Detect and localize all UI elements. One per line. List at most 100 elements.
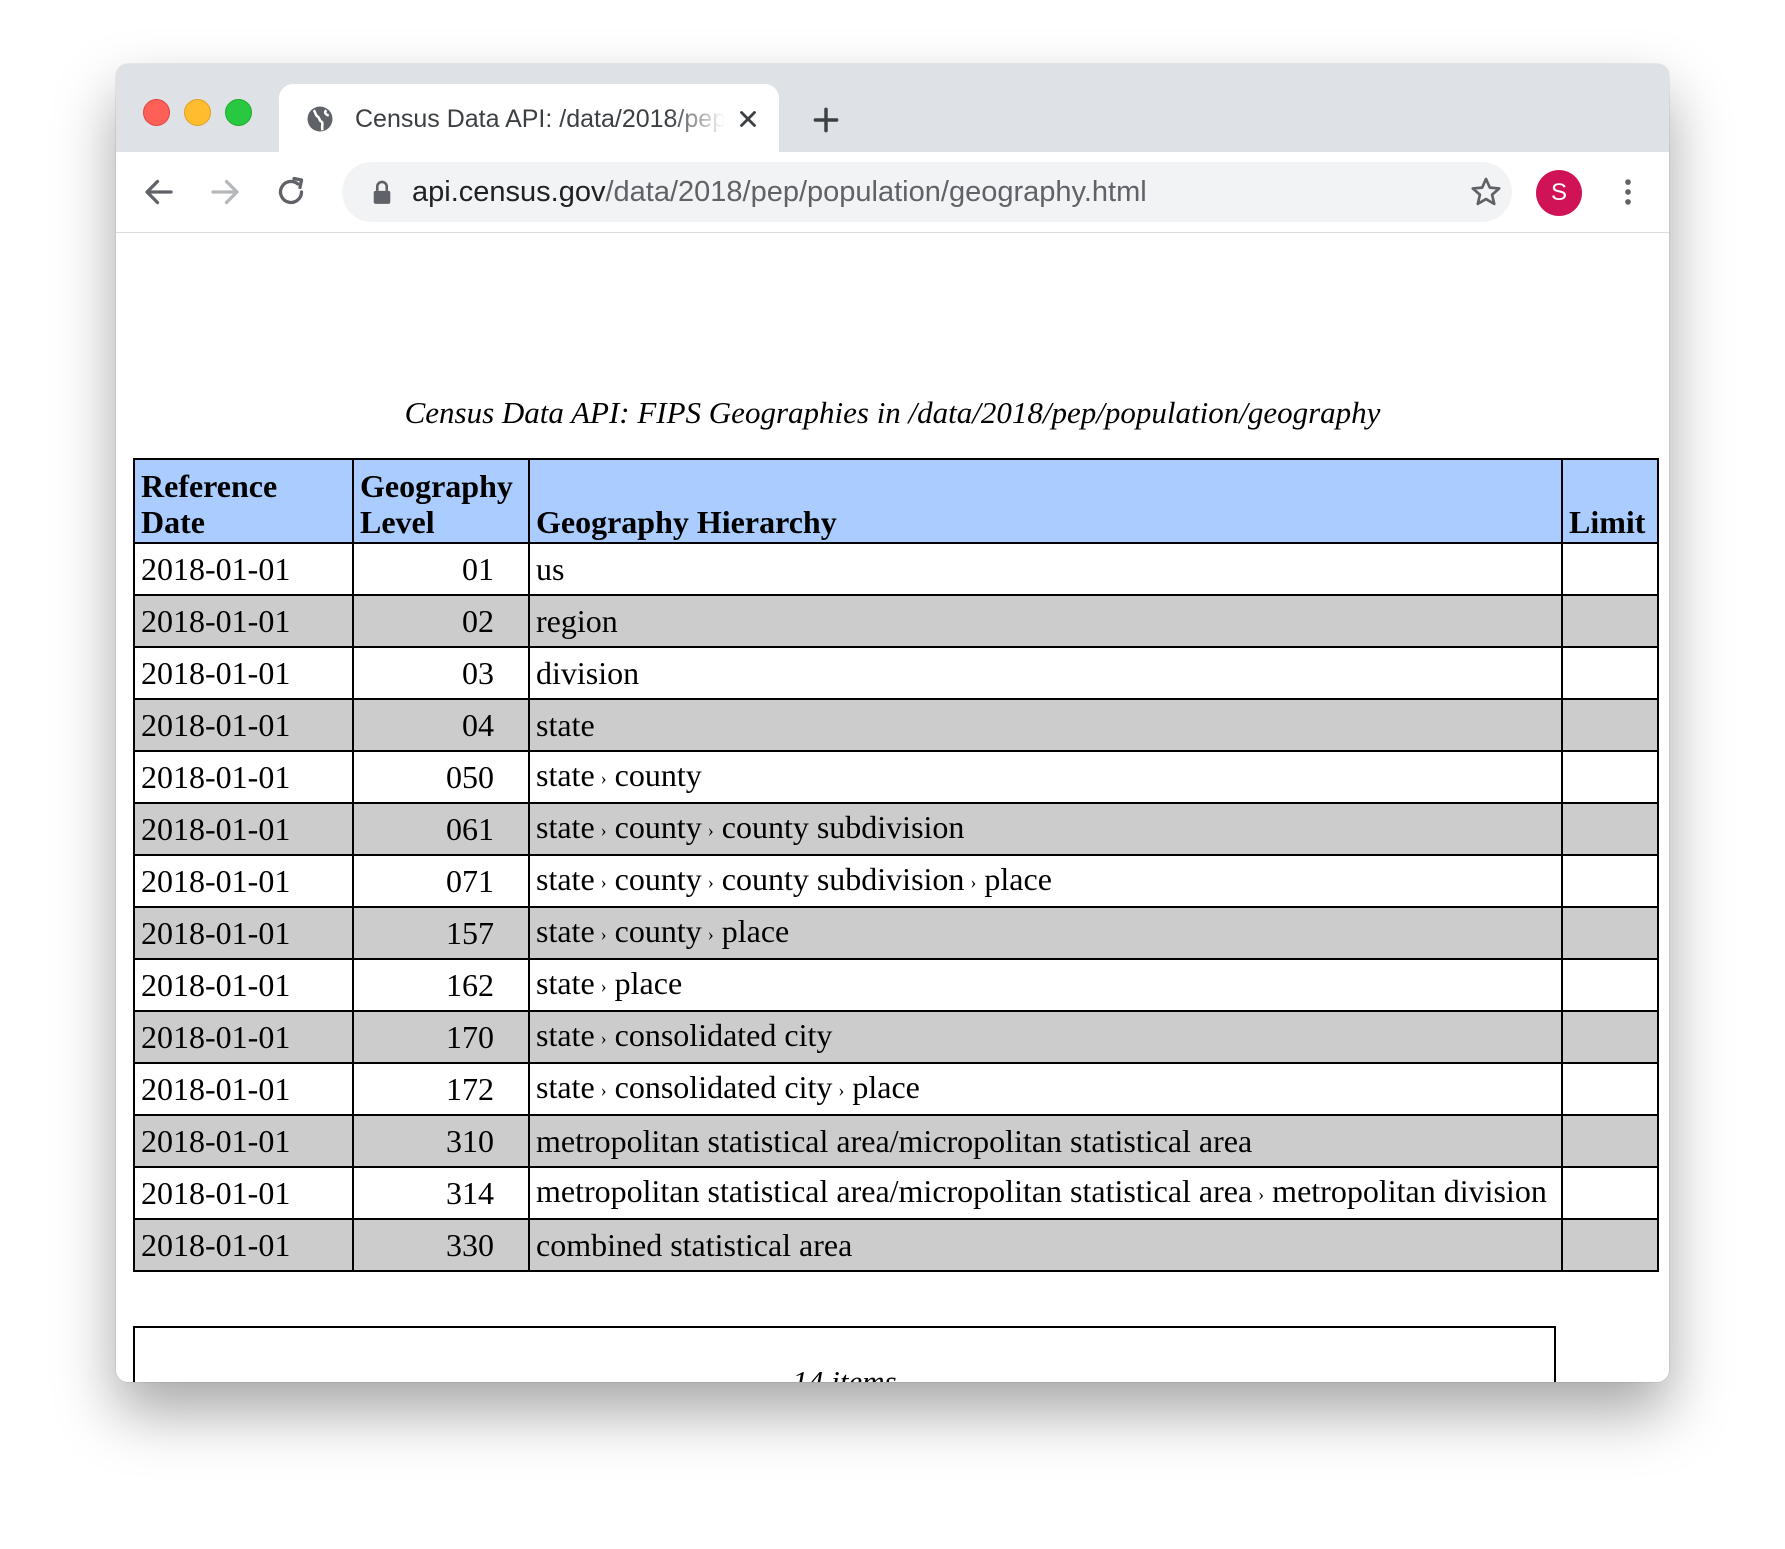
hierarchy-part: county [614,860,702,897]
tab-strip: Census Data API: /data/2018/pep/populati… [116,64,1669,152]
cell-reference-date: 2018-01-01 [133,854,354,908]
hierarchy-part: state [536,808,595,845]
table-footer: 14 items [133,1326,1556,1382]
cell-geography-hierarchy: state › county › county subdivision [528,802,1563,856]
table-row: 2018-01-01 071 state › county › county subdivi… [133,854,1659,908]
reload-icon[interactable] [273,174,309,210]
cell-geography-level: 01 [352,542,530,596]
minimize-window-button[interactable] [184,99,211,126]
hierarchy-part: county [614,912,702,949]
cell-limit [1561,1166,1659,1220]
cell-geography-level: 04 [352,698,530,752]
header-reference-date: Reference Date [133,458,354,544]
cell-reference-date: 2018-01-01 [133,750,354,804]
kebab-menu-icon[interactable] [1611,174,1645,210]
table-row: 2018-01-01 170 state › consolidated city [133,1010,1659,1064]
hierarchy-separator: › [600,819,607,840]
table-caption: Census Data API: FIPS Geographies in /da… [404,395,1381,430]
hierarchy-part: combined statistical area [536,1227,853,1263]
cell-geography-hierarchy: state › county [528,750,1563,804]
table-row: 2018-01-01 330 combined statistical area [133,1218,1659,1272]
hierarchy-separator: › [707,923,714,944]
header-limit: Limit [1561,458,1659,544]
globe-icon [307,106,333,132]
hierarchy-separator: › [707,819,714,840]
cell-limit [1561,854,1659,908]
cell-reference-date: 2018-01-01 [133,698,354,752]
hierarchy-separator: › [600,871,607,892]
hierarchy-part: place [721,912,790,949]
hierarchy-part: place [984,860,1052,897]
hierarchy-part: consolidated city [614,1016,833,1053]
item-count: 14 items [792,1364,897,1382]
cell-reference-date: 2018-01-01 [133,802,354,856]
cell-geography-level: 162 [352,958,530,1012]
address-bar[interactable]: api.census.gov/data/2018/pep/population/… [342,162,1512,222]
tab-title: Census Data API: /data/2018/pep/populati… [355,105,725,133]
table-header-row: Reference Date Geography Level Geography… [133,458,1659,544]
table-row: 2018-01-01 310 metropolitan statistical ar… [133,1114,1659,1168]
hierarchy-separator: › [600,975,607,996]
url-host: api.census.gov [412,176,606,208]
hierarchy-separator: › [600,767,607,788]
browser-toolbar: api.census.gov/data/2018/pep/population/… [116,152,1669,233]
cell-geography-hierarchy: state › consolidated city [528,1010,1563,1064]
cell-geography-hierarchy: region [528,594,1563,648]
cell-limit [1561,542,1659,596]
close-window-button[interactable] [143,99,170,126]
cell-limit [1561,1062,1659,1116]
hierarchy-part: state [536,756,595,793]
hierarchy-separator: › [600,1079,607,1100]
page-content: Census Data API: FIPS Geographies in /da… [116,233,1669,1382]
cell-geography-hierarchy: combined statistical area [528,1218,1563,1272]
star-icon[interactable] [1469,175,1503,209]
arrow-right-icon[interactable] [207,174,243,210]
cell-geography-level: 330 [352,1218,530,1272]
cell-geography-level: 314 [352,1166,530,1220]
zoom-window-button[interactable] [225,99,252,126]
cell-geography-hierarchy: division [528,646,1563,700]
geography-table: Reference Date Geography Level Geography… [133,458,1659,1272]
cell-reference-date: 2018-01-01 [133,1010,354,1064]
table-row: 2018-01-01 050 state › county [133,750,1659,804]
cell-geography-level: 172 [352,1062,530,1116]
cell-geography-level: 157 [352,906,530,960]
hierarchy-part: state [536,707,595,743]
close-icon[interactable] [735,106,761,132]
url-text[interactable]: api.census.gov/data/2018/pep/population/… [412,176,1147,208]
header-geography-level: Geography Level [352,458,530,544]
hierarchy-part: division [536,655,640,691]
cell-geography-hierarchy: state › county › county subdivision › place [528,854,1563,908]
table-row: 2018-01-01 01 us [133,542,1659,596]
table-row: 2018-01-01 157 state › county › place [133,906,1659,960]
hierarchy-part: consolidated city [614,1068,833,1105]
hierarchy-part: metropolitan statistical area/micropolit… [536,1172,1253,1209]
profile-avatar[interactable]: S [1536,170,1582,216]
cell-geography-hierarchy: state › county › place [528,906,1563,960]
plus-icon[interactable] [810,104,842,136]
table-row: 2018-01-01 162 state › place [133,958,1659,1012]
cell-geography-level: 03 [352,646,530,700]
cell-geography-hierarchy: state [528,698,1563,752]
table-row: 2018-01-01 02 region [133,594,1659,648]
cell-limit [1561,802,1659,856]
browser-tab[interactable]: Census Data API: /data/2018/pep/populati… [279,84,779,152]
hierarchy-part: state [536,964,595,1001]
cell-limit [1561,646,1659,700]
cell-geography-hierarchy: us [528,542,1563,596]
cell-limit [1561,698,1659,752]
cell-reference-date: 2018-01-01 [133,646,354,700]
url-path: /data/2018/pep/population/geography.html [605,176,1147,208]
cell-geography-level: 02 [352,594,530,648]
hierarchy-part: state [536,1068,595,1105]
cell-geography-level: 170 [352,1010,530,1064]
hierarchy-part: county [614,808,702,845]
lock-icon[interactable] [370,179,394,205]
cell-limit [1561,906,1659,960]
cell-reference-date: 2018-01-01 [133,1218,354,1272]
hierarchy-part: region [536,603,618,639]
arrow-left-icon[interactable] [141,174,177,210]
cell-geography-hierarchy: state › place [528,958,1563,1012]
hierarchy-part: place [614,964,683,1001]
table-row: 2018-01-01 04 state [133,698,1659,752]
